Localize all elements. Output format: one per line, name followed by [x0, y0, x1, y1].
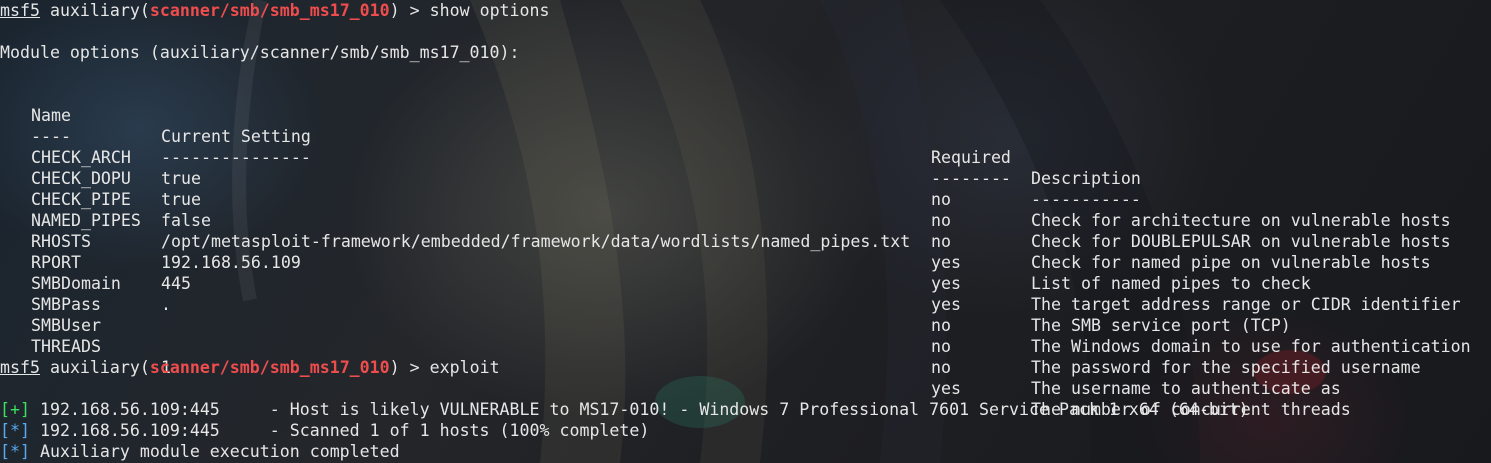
table-row: CHECK_ARCH true no Check for architectur…	[0, 126, 1491, 230]
result-text: Auxiliary module execution completed	[29, 442, 400, 461]
info-tag: [*]	[0, 421, 30, 440]
table-row: SMBDomain . no The Windows domain to use…	[0, 252, 1491, 356]
table-row: CHECK_DOPU true no Check for DOUBLEPULSA…	[0, 147, 1491, 251]
prompt-line: msf5 auxiliary(scanner/smb/smb_ms17_010)…	[0, 357, 500, 378]
msf-prompt-label: msf5	[0, 1, 40, 20]
option-required: yes	[931, 379, 961, 398]
result-line: [+] 192.168.56.109:445 - Host is likely …	[0, 399, 1249, 420]
prompt-prefix: auxiliary(	[39, 1, 150, 20]
table-row: CHECK_PIPE false no Check for named pipe…	[0, 168, 1491, 272]
prompt-line: msf5 auxiliary(scanner/smb/smb_ms17_010)…	[0, 0, 550, 21]
result-text: 192.168.56.109:445 - Scanned 1 of 1 host…	[29, 421, 650, 440]
option-required: no	[931, 337, 951, 356]
module-options-header: Module options (auxiliary/scanner/smb/sm…	[0, 43, 520, 62]
option-description: The Windows domain to use for authentica…	[1031, 337, 1471, 356]
table-row: RHOSTS 192.168.56.109 yes The target add…	[0, 210, 1491, 314]
table-header-row: Name Current Setting Required Descriptio…	[0, 84, 1491, 188]
msf-prompt-label: msf5	[0, 358, 40, 377]
table-row: THREADS 1 yes The number of concurrent t…	[0, 315, 1491, 419]
result-text: 192.168.56.109:445 - Host is likely VULN…	[29, 400, 1249, 419]
command-text: exploit	[429, 358, 500, 377]
table-row: SMBPass no The password for the specifie…	[0, 273, 1491, 377]
result-line: [*] Auxiliary module execution completed	[0, 441, 400, 462]
prompt-prefix: auxiliary(	[39, 358, 150, 377]
prompt-suffix: ) >	[389, 358, 430, 377]
success-tag: [+]	[0, 400, 30, 419]
table-underline-row: ---- --------------- -------- ----------…	[0, 105, 1491, 209]
option-description: The password for the specified username	[1031, 358, 1421, 377]
option-name: THREADS	[31, 337, 101, 356]
module-path: scanner/smb/smb_ms17_010	[149, 358, 390, 377]
result-line: [*] 192.168.56.109:445 - Scanned 1 of 1 …	[0, 420, 649, 441]
module-path: scanner/smb/smb_ms17_010	[149, 1, 390, 20]
prompt-suffix: ) >	[389, 1, 430, 20]
option-required: no	[931, 358, 951, 377]
table-row: NAMED_PIPES /opt/metasploit-framework/em…	[0, 189, 1491, 293]
info-tag: [*]	[0, 442, 30, 461]
command-text: show options	[429, 1, 550, 20]
table-row: RPORT 445 yes The SMB service port (TCP)	[0, 231, 1491, 335]
option-description: The username to authenticate as	[1031, 379, 1341, 398]
table-row: SMBUser no The username to authenticate …	[0, 294, 1491, 398]
terminal-window[interactable]: msf5 auxiliary(scanner/smb/smb_ms17_010)…	[0, 0, 1491, 463]
